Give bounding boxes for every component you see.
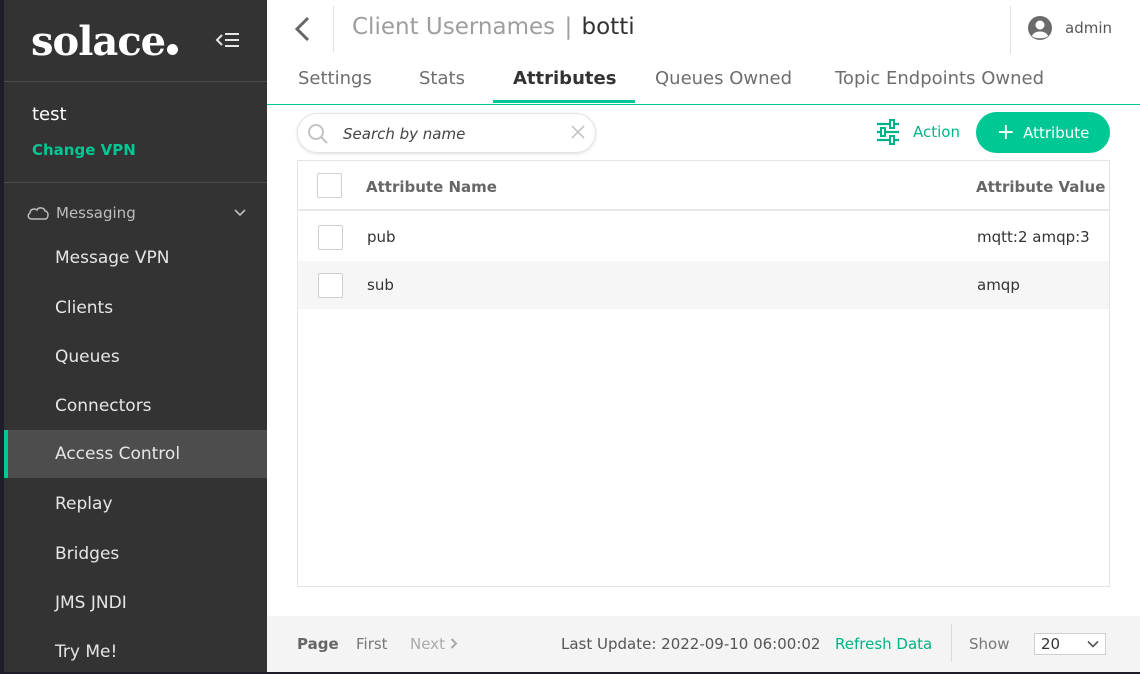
action-label: Action — [913, 123, 960, 141]
attribute-name-cell: sub — [367, 276, 394, 294]
action-button[interactable]: Action — [875, 119, 960, 145]
user-name: admin — [1065, 19, 1112, 37]
page-size-value: 20 — [1041, 635, 1061, 653]
page-title: botti — [581, 14, 635, 40]
user-menu[interactable]: admin — [1027, 15, 1112, 41]
sliders-icon — [877, 119, 899, 145]
sidebar-item-access-control[interactable]: Access Control — [4, 430, 267, 478]
sidebar-divider — [4, 81, 267, 82]
sidebar-item-clients[interactable]: Clients — [4, 284, 267, 332]
tab-queues-owned[interactable]: Queues Owned — [655, 68, 792, 104]
attribute-name-cell: pub — [367, 228, 396, 246]
change-vpn-link[interactable]: Change VPN — [32, 141, 136, 159]
add-attribute-label: Attribute — [1023, 123, 1090, 142]
messaging-label: Messaging — [56, 204, 136, 222]
breadcrumb-parent[interactable]: Client Usernames — [352, 14, 555, 40]
refresh-data-link[interactable]: Refresh Data — [835, 635, 932, 653]
header-divider — [333, 6, 334, 52]
back-arrow-icon[interactable] — [291, 14, 315, 44]
main-panel: Client Usernames | botti admin Settings … — [267, 0, 1140, 672]
sidebar-item-try-me[interactable]: Try Me! — [4, 628, 267, 674]
column-header-value[interactable]: Attribute Value — [976, 178, 1105, 196]
table-header: Attribute Name Attribute Value — [298, 161, 1109, 211]
active-tab-indicator — [493, 100, 635, 103]
table-row[interactable]: pub mqtt:2 amqp:3 — [298, 213, 1109, 261]
footer-divider — [951, 624, 952, 662]
next-page-label: Next — [410, 635, 445, 653]
attribute-value-cell: amqp — [977, 276, 1020, 294]
show-label: Show — [969, 635, 1010, 653]
sidebar-divider — [4, 182, 267, 183]
sidebar-item-replay[interactable]: Replay — [4, 480, 267, 528]
row-checkbox[interactable] — [318, 225, 343, 250]
add-attribute-button[interactable]: + Attribute — [976, 112, 1110, 153]
sidebar: solace test Change VPN Messaging Message… — [4, 0, 267, 672]
tab-settings[interactable]: Settings — [298, 68, 372, 104]
sidebar-item-queues[interactable]: Queues — [4, 333, 267, 381]
row-checkbox[interactable] — [318, 273, 343, 298]
header-divider — [1010, 6, 1011, 54]
tab-topic-endpoints-owned[interactable]: Topic Endpoints Owned — [835, 68, 1044, 104]
attribute-value-cell: mqtt:2 amqp:3 — [977, 228, 1090, 246]
pagination-footer: Page First Next Last Update: 2022-09-10 … — [267, 616, 1140, 672]
sidebar-item-connectors[interactable]: Connectors — [4, 382, 267, 430]
select-all-checkbox[interactable] — [317, 173, 342, 198]
search-icon — [308, 124, 328, 144]
messaging-section-toggle[interactable]: Messaging — [26, 201, 246, 225]
search-input[interactable] — [343, 123, 563, 145]
column-header-name[interactable]: Attribute Name — [366, 178, 497, 196]
attributes-table: Attribute Name Attribute Value pub mqtt:… — [297, 160, 1110, 587]
last-update-timestamp: Last Update: 2022-09-10 06:00:02 — [561, 635, 821, 653]
collapse-menu-icon[interactable] — [214, 30, 240, 50]
page-label: Page — [297, 635, 339, 653]
breadcrumb: Client Usernames | botti — [352, 14, 635, 40]
page-size-select[interactable]: 20 — [1034, 633, 1106, 655]
tab-stats[interactable]: Stats — [419, 68, 465, 104]
next-page-button[interactable]: Next — [410, 635, 458, 653]
search-box — [297, 113, 596, 153]
user-avatar-icon — [1028, 16, 1052, 40]
tab-attributes[interactable]: Attributes — [513, 68, 616, 104]
tab-bar: Settings Stats Attributes Queues Owned T… — [267, 62, 1140, 105]
sidebar-item-jms-jndi[interactable]: JMS JNDI — [4, 579, 267, 627]
plus-icon: + — [996, 119, 1016, 145]
sidebar-item-message-vpn[interactable]: Message VPN — [4, 234, 267, 282]
cloud-icon — [27, 207, 49, 220]
vpn-name: test — [32, 104, 67, 125]
chevron-down-icon — [1087, 640, 1099, 648]
first-page-button[interactable]: First — [356, 635, 388, 653]
breadcrumb-separator: | — [564, 14, 573, 40]
chevron-down-icon — [234, 209, 246, 217]
table-row[interactable]: sub amqp — [298, 261, 1109, 309]
solace-logo: solace — [31, 18, 179, 65]
clear-search-icon[interactable] — [570, 124, 586, 140]
chevron-right-icon — [450, 638, 458, 649]
sidebar-item-bridges[interactable]: Bridges — [4, 530, 267, 578]
